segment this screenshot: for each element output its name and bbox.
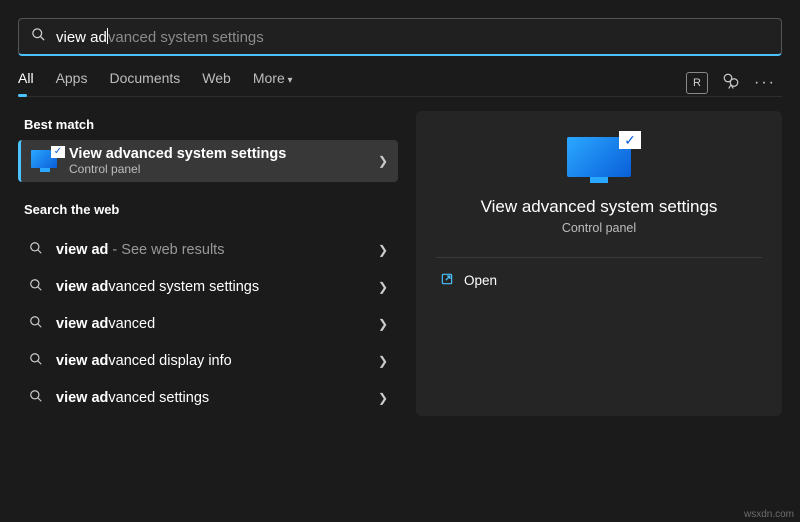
tab-web[interactable]: Web — [202, 70, 231, 96]
results-column: Best match ✓ View advanced system settin… — [18, 111, 398, 416]
web-suggestion[interactable]: view advanced display info ❯ — [18, 342, 398, 379]
web-suggestion[interactable]: view ad - See web results ❯ — [18, 231, 398, 268]
web-suggestion[interactable]: view advanced system settings ❯ — [18, 268, 398, 305]
web-suggestion-text: view advanced display info — [56, 353, 366, 369]
web-suggestions-list: view ad - See web results❯view advanced … — [18, 231, 398, 416]
search-autocomplete: vanced system settings — [108, 29, 264, 46]
divider — [436, 257, 762, 258]
best-match-subtitle: Control panel — [69, 162, 286, 176]
search-box[interactable]: view advanced system settings — [18, 18, 782, 56]
rewards-icon[interactable] — [722, 72, 740, 95]
web-suggestion-text: view ad - See web results — [56, 242, 366, 258]
chevron-right-icon: ❯ — [378, 354, 388, 368]
preview-title: View advanced system settings — [481, 197, 718, 217]
chevron-right-icon: ❯ — [378, 154, 388, 168]
tab-documents[interactable]: Documents — [109, 70, 180, 96]
search-icon — [31, 27, 46, 47]
chevron-right-icon: ❯ — [378, 243, 388, 257]
search-web-header: Search the web — [18, 196, 398, 225]
best-match-title: View advanced system settings — [69, 146, 286, 162]
tab-apps[interactable]: Apps — [56, 70, 88, 96]
search-icon — [28, 352, 44, 369]
preview-pane: ✓ View advanced system settings Control … — [416, 111, 782, 416]
web-suggestion-text: view advanced system settings — [56, 279, 366, 295]
more-options-icon[interactable]: ··· — [754, 74, 776, 92]
best-match-result[interactable]: ✓ View advanced system settings Control … — [18, 140, 398, 182]
tab-more[interactable]: More — [253, 70, 293, 96]
open-label: Open — [464, 273, 497, 288]
search-icon — [28, 315, 44, 332]
open-icon — [440, 272, 454, 289]
user-avatar[interactable]: R — [686, 72, 708, 94]
web-suggestion-text: view advanced settings — [56, 390, 366, 406]
watermark: wsxdn.com — [744, 509, 794, 520]
tab-all[interactable]: All — [18, 70, 34, 96]
chevron-right-icon: ❯ — [378, 391, 388, 405]
preview-icon: ✓ — [567, 137, 631, 183]
search-typed: view ad — [56, 29, 107, 46]
filter-tabs-row: All Apps Documents Web More R ··· — [0, 56, 800, 96]
chevron-right-icon: ❯ — [378, 280, 388, 294]
search-icon — [28, 278, 44, 295]
open-action[interactable]: Open — [436, 268, 762, 293]
web-suggestion[interactable]: view advanced settings ❯ — [18, 379, 398, 416]
chevron-right-icon: ❯ — [378, 317, 388, 331]
preview-subtitle: Control panel — [562, 221, 636, 235]
web-suggestion-text: view advanced — [56, 316, 366, 332]
search-icon — [28, 241, 44, 258]
best-match-header: Best match — [18, 111, 398, 140]
web-suggestion[interactable]: view advanced ❯ — [18, 305, 398, 342]
control-panel-icon: ✓ — [31, 150, 59, 172]
search-input[interactable]: view advanced system settings — [56, 28, 769, 46]
search-icon — [28, 389, 44, 406]
